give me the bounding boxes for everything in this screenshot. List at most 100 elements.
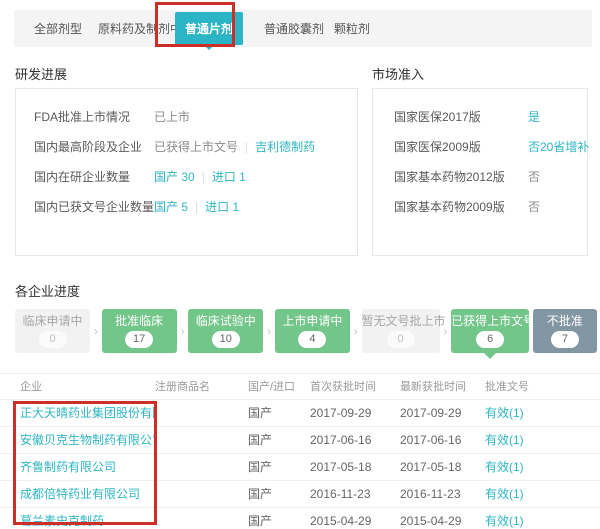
rnd-row-highest-stage: 国内最高阶段及企业已获得上市文号|吉利德制药 xyxy=(16,132,357,162)
step-arrow-icon: › xyxy=(354,324,358,338)
approval-no-link[interactable]: 有效(1) xyxy=(485,427,600,453)
step-approved-without-license[interactable]: 暂无文号批上市 0 xyxy=(362,309,440,353)
rnd-row-companies-with-license: 国内已获文号企业数量国产 5|进口 1 xyxy=(16,192,357,222)
table-row: 成都倍特药业有限公司 国产 2016-11-23 2016-11-23 有效(1… xyxy=(0,481,600,508)
first-approval-cell: 2017-05-18 xyxy=(310,454,400,480)
company-link-gilead[interactable]: 吉利德制药 xyxy=(255,140,315,154)
rnd-row-value: 已上市 xyxy=(154,110,190,124)
import-count-link[interactable]: 进口 1 xyxy=(205,200,239,214)
latest-approval-cell: 2016-11-23 xyxy=(400,481,485,507)
trade-name-cell xyxy=(155,481,248,507)
company-link[interactable]: 齐鲁制药有限公司 xyxy=(0,454,155,480)
rnd-row-value: 已获得上市文号 xyxy=(154,140,238,154)
table-header-row: 企业 注册商品名 国产/进口 首次获批时间 最新获批时间 批准文号 xyxy=(0,373,600,400)
table-row: 正大天晴药业集团股份有限公司 国产 2017-09-29 2017-09-29 … xyxy=(0,400,600,427)
market-row-value-link[interactable]: 否20省增补 xyxy=(528,140,589,154)
company-link[interactable]: 葛兰素史克制药 xyxy=(0,508,155,529)
column-header-approval-no: 批准文号 xyxy=(485,374,600,399)
step-label: 临床申请中 xyxy=(15,314,90,329)
step-clinical-application[interactable]: 临床申请中 0 xyxy=(15,309,90,353)
market-row-label: 国家基本药物2012版 xyxy=(394,162,528,192)
drug-detail-screen: 全部剂型 原料药及制剂中间体 普通片剂 普通胶囊剂 颗粒剂 研发进展 FDA批准… xyxy=(0,0,600,529)
table-row: 葛兰素史克制药 国产 2015-04-29 2015-04-29 有效(1) xyxy=(0,508,600,529)
step-clinical-approved[interactable]: 批准临床 17 xyxy=(102,309,177,353)
rnd-row-label: 国内已获文号企业数量 xyxy=(34,192,154,222)
market-row-label: 国家基本药物2009版 xyxy=(394,192,528,222)
company-link[interactable]: 成都倍特药业有限公司 xyxy=(0,481,155,507)
import-count-link[interactable]: 进口 1 xyxy=(212,170,246,184)
first-approval-cell: 2017-06-16 xyxy=(310,427,400,453)
step-clinical-trial[interactable]: 临床试验中 10 xyxy=(188,309,263,353)
step-listing-application[interactable]: 上市申请中 4 xyxy=(275,309,350,353)
market-row-nrdl-2009: 国家医保2009版否20省增补 xyxy=(373,132,587,162)
approval-no-link[interactable]: 有效(1) xyxy=(485,454,600,480)
value-divider: | xyxy=(245,140,248,154)
companies-table: 企业 注册商品名 国产/进口 首次获批时间 最新获批时间 批准文号 正大天晴药业… xyxy=(0,373,600,529)
origin-cell: 国产 xyxy=(248,427,310,453)
market-row-value-link[interactable]: 是 xyxy=(528,110,540,124)
market-row-label: 国家医保2009版 xyxy=(394,132,528,162)
tab-regular-capsule[interactable]: 普通胶囊剂 xyxy=(264,20,324,37)
step-label: 已获得上市文号 xyxy=(451,314,529,329)
rnd-row-label: FDA批准上市情况 xyxy=(34,102,154,132)
market-access-card: 国家医保2017版是 国家医保2009版否20省增补 国家基本药物2012版否 … xyxy=(372,88,588,256)
company-link[interactable]: 正大天晴药业集团股份有限公司 xyxy=(0,400,155,426)
step-not-approved[interactable]: 不批准 7 xyxy=(533,309,597,353)
step-count-badge: 4 xyxy=(298,331,326,348)
rnd-section-title: 研发进展 xyxy=(15,64,67,83)
table-row: 安徽贝克生物制药有限公司 国产 2017-06-16 2017-06-16 有效… xyxy=(0,427,600,454)
market-row-eml-2012: 国家基本药物2012版否 xyxy=(373,162,587,192)
origin-cell: 国产 xyxy=(248,481,310,507)
step-count-badge: 0 xyxy=(39,331,67,348)
first-approval-cell: 2015-04-29 xyxy=(310,508,400,529)
first-approval-cell: 2016-11-23 xyxy=(310,481,400,507)
step-label: 暂无文号批上市 xyxy=(362,314,440,329)
origin-cell: 国产 xyxy=(248,508,310,529)
domestic-count-link[interactable]: 国产 5 xyxy=(154,200,188,214)
first-approval-cell: 2017-09-29 xyxy=(310,400,400,426)
step-license-obtained[interactable]: 已获得上市文号 6 xyxy=(451,309,529,353)
market-row-label: 国家医保2017版 xyxy=(394,102,528,132)
value-divider: | xyxy=(202,170,205,184)
market-row-eml-2009: 国家基本药物2009版否 xyxy=(373,192,587,222)
tab-regular-tablet[interactable]: 普通片剂 xyxy=(175,12,243,45)
dosage-form-tabbar: 全部剂型 原料药及制剂中间体 普通片剂 普通胶囊剂 颗粒剂 xyxy=(14,10,592,47)
tab-all-dosage-forms[interactable]: 全部剂型 xyxy=(34,20,82,37)
domestic-count-link[interactable]: 国产 30 xyxy=(154,170,195,184)
progress-section-title: 各企业进度 xyxy=(15,281,80,300)
rnd-row-fda: FDA批准上市情况已上市 xyxy=(16,102,357,132)
approval-no-link[interactable]: 有效(1) xyxy=(485,508,600,529)
tab-granule[interactable]: 颗粒剂 xyxy=(334,20,370,37)
step-arrow-icon: › xyxy=(180,324,184,338)
step-label: 上市申请中 xyxy=(275,314,350,329)
step-arrow-icon: › xyxy=(94,324,98,338)
step-count-badge: 0 xyxy=(387,331,415,348)
approval-no-link[interactable]: 有效(1) xyxy=(485,400,600,426)
latest-approval-cell: 2017-05-18 xyxy=(400,454,485,480)
step-label: 不批准 xyxy=(533,314,597,329)
market-section-title: 市场准入 xyxy=(372,64,424,83)
step-count-badge: 6 xyxy=(476,331,504,348)
rnd-row-label: 国内在研企业数量 xyxy=(34,162,154,192)
step-arrow-icon: › xyxy=(267,324,271,338)
origin-cell: 国产 xyxy=(248,454,310,480)
column-header-trade-name: 注册商品名 xyxy=(155,374,248,399)
rnd-card: FDA批准上市情况已上市 国内最高阶段及企业已获得上市文号|吉利德制药 国内在研… xyxy=(15,88,358,256)
step-count-badge: 7 xyxy=(551,331,579,348)
column-header-company: 企业 xyxy=(0,374,155,399)
column-header-latest-approval: 最新获批时间 xyxy=(400,374,485,399)
step-label: 批准临床 xyxy=(102,314,177,329)
trade-name-cell xyxy=(155,427,248,453)
step-label: 临床试验中 xyxy=(188,314,263,329)
market-row-value: 否 xyxy=(528,200,540,214)
rnd-row-companies-in-development: 国内在研企业数量国产 30 | 进口 1 xyxy=(16,162,357,192)
company-link[interactable]: 安徽贝克生物制药有限公司 xyxy=(0,427,155,453)
trade-name-cell xyxy=(155,454,248,480)
approval-no-link[interactable]: 有效(1) xyxy=(485,481,600,507)
origin-cell: 国产 xyxy=(248,400,310,426)
latest-approval-cell: 2017-09-29 xyxy=(400,400,485,426)
progress-steps: 临床申请中 0 › 批准临床 17 › 临床试验中 10 › 上市申请中 4 ›… xyxy=(15,308,597,354)
column-header-origin: 国产/进口 xyxy=(248,374,310,399)
column-header-first-approval: 首次获批时间 xyxy=(310,374,400,399)
table-row: 齐鲁制药有限公司 国产 2017-05-18 2017-05-18 有效(1) xyxy=(0,454,600,481)
